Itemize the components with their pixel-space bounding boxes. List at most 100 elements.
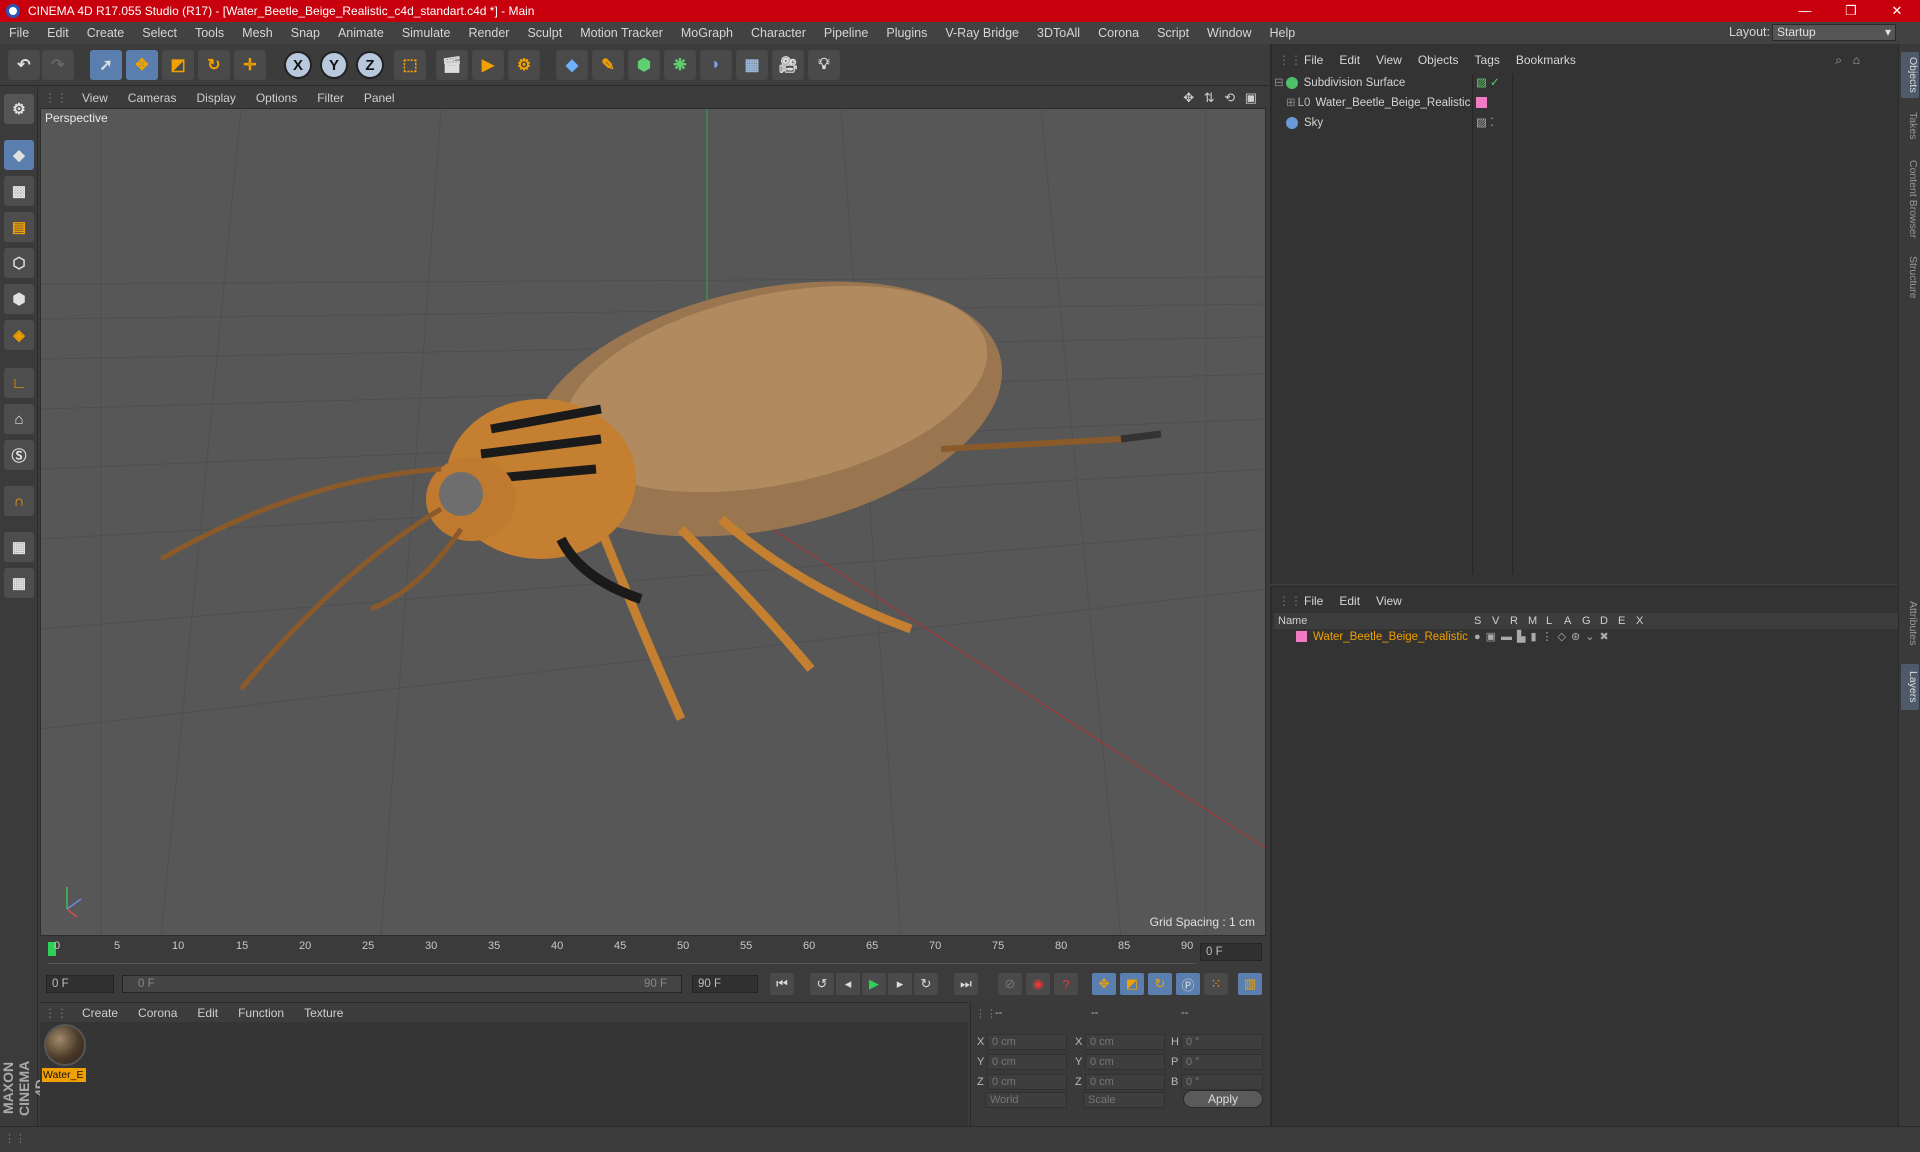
subdivision-surface-button[interactable]: ⬢ (628, 50, 660, 80)
rot-h-field[interactable]: 0 ° (1181, 1034, 1263, 1050)
texture-mode-button[interactable]: ▩ (4, 176, 34, 206)
axis-z-toggle[interactable]: Z (356, 51, 384, 79)
camera-object-button[interactable]: 🎥︎ (772, 50, 804, 80)
menu-mesh[interactable]: Mesh (233, 26, 282, 40)
size-mode-dropdown[interactable]: Scale (1083, 1092, 1165, 1108)
menu-select[interactable]: Select (133, 26, 186, 40)
rot-p-field[interactable]: 0 ° (1181, 1054, 1263, 1070)
key-parameter-button[interactable]: Ⓟ (1176, 973, 1200, 995)
objects-menu-bookmarks[interactable]: Bookmarks (1508, 53, 1584, 67)
layer-color-swatch[interactable] (1296, 631, 1307, 643)
play-button[interactable]: ▶ (862, 973, 886, 995)
menu-render[interactable]: Render (459, 26, 518, 40)
viewport-menu-options[interactable]: Options (246, 91, 307, 105)
rotate-tool-button[interactable]: ↻ (198, 50, 230, 80)
previous-key-button[interactable]: ↺ (810, 973, 834, 995)
pos-x-field[interactable]: 0 cm (987, 1034, 1067, 1050)
objects-menu-edit[interactable]: Edit (1331, 53, 1368, 67)
coordinate-mode-dropdown[interactable]: World (985, 1092, 1067, 1108)
apply-button[interactable]: Apply (1183, 1090, 1263, 1108)
autokey-button[interactable]: ◉ (1026, 973, 1050, 995)
object-visibility-toggles[interactable]: ▨ ✓ (1476, 74, 1500, 92)
transform-tool-button[interactable]: ✛ (234, 50, 266, 80)
viewport-menu-cameras[interactable]: Cameras (118, 91, 187, 105)
menu-mograph[interactable]: MoGraph (672, 26, 742, 40)
snapping-button[interactable]: ∩ (4, 486, 34, 516)
move-tool-button[interactable]: ✥ (126, 50, 158, 80)
object-row-sky[interactable]: Sky (1286, 114, 1470, 132)
solo-button[interactable]: Ⓢ (4, 440, 34, 470)
polygons-mode-button[interactable]: ◈ (4, 320, 34, 350)
search-icon[interactable]: ⌕ (1835, 53, 1842, 68)
key-rotation-button[interactable]: ↻ (1148, 973, 1172, 995)
tab-objects[interactable]: Objects (1901, 52, 1919, 98)
minimize-button[interactable]: — (1782, 0, 1828, 22)
key-pla-button[interactable]: ⁙ (1204, 973, 1228, 995)
next-key-button[interactable]: ↻ (914, 973, 938, 995)
object-row-water-beetle[interactable]: ⊞ L0 Water_Beetle_Beige_Realistic (1286, 94, 1470, 112)
viewport-menu-panel[interactable]: Panel (354, 91, 405, 105)
object-row-subdivision-surface[interactable]: ⊟ Subdivision Surface (1274, 74, 1470, 92)
redo-button[interactable]: ↷ (42, 50, 74, 80)
menu-sculpt[interactable]: Sculpt (518, 26, 571, 40)
go-to-start-button[interactable]: ⏮ (770, 973, 794, 995)
workplane-mode-button[interactable]: ▤ (4, 212, 34, 242)
layers-menu-edit[interactable]: Edit (1331, 594, 1368, 608)
menu-plugins[interactable]: Plugins (877, 26, 936, 40)
size-y-field[interactable]: 0 cm (1085, 1054, 1165, 1070)
water-beetle-model[interactable] (159, 242, 1162, 721)
menu-edit[interactable]: Edit (38, 26, 78, 40)
tab-attributes[interactable]: Attributes (1901, 590, 1919, 656)
material-menu-function[interactable]: Function (228, 1006, 294, 1020)
layout-dropdown[interactable]: Startup ▾ (1772, 24, 1896, 41)
timeline-track[interactable]: 0 5 10 15 20 25 30 35 40 45 50 55 60 65 … (48, 938, 1196, 964)
axis-y-toggle[interactable]: Y (320, 51, 348, 79)
material-menu-edit[interactable]: Edit (187, 1006, 228, 1020)
coordinate-system-button[interactable]: ⬚ (394, 50, 426, 80)
end-frame-field[interactable]: 90 F (692, 975, 758, 993)
key-position-button[interactable]: ✥ (1092, 973, 1116, 995)
menu-help[interactable]: Help (1261, 26, 1305, 40)
close-button[interactable]: ✕ (1874, 0, 1920, 22)
maximize-button[interactable]: ❐ (1828, 0, 1874, 22)
previous-frame-button[interactable]: ◂ (836, 973, 860, 995)
menu-tools[interactable]: Tools (186, 26, 233, 40)
workplane-lock-button[interactable]: ▦ (4, 532, 34, 562)
menu-file[interactable]: File (0, 26, 38, 40)
deformer-button[interactable]: ◗ (700, 50, 732, 80)
layer-row[interactable]: Water_Beetle_Beige_Realistic ●▣▬▙▮⋮◇⊛⌄✖ (1274, 629, 1898, 646)
floor-object-button[interactable]: ▦ (736, 50, 768, 80)
object-tag-material[interactable] (1476, 94, 1487, 112)
workplane-align-button[interactable]: ▦ (4, 568, 34, 598)
select-tool-button[interactable]: ➚ (90, 50, 122, 80)
render-settings-button[interactable]: ⚙ (508, 50, 540, 80)
size-z-field[interactable]: 0 cm (1085, 1074, 1165, 1090)
points-mode-button[interactable]: ⬡ (4, 248, 34, 278)
start-frame-field[interactable]: 0 F (46, 975, 114, 993)
menu-character[interactable]: Character (742, 26, 815, 40)
menu-vray-bridge[interactable]: V-Ray Bridge (936, 26, 1028, 40)
tab-takes[interactable]: Takes (1901, 106, 1919, 146)
model-mode-button[interactable]: ◆ (4, 140, 34, 170)
scale-tool-button[interactable]: ◩ (162, 50, 194, 80)
objects-menu-view[interactable]: View (1368, 53, 1410, 67)
go-to-end-button[interactable]: ⏭ (954, 973, 978, 995)
pos-y-field[interactable]: 0 cm (987, 1054, 1067, 1070)
menu-3dtoall[interactable]: 3DToAll (1028, 26, 1089, 40)
tab-layers[interactable]: Layers (1901, 664, 1919, 710)
menu-motion-tracker[interactable]: Motion Tracker (571, 26, 672, 40)
viewport-menu-view[interactable]: View (72, 91, 118, 105)
current-frame-field[interactable]: 0 F (1200, 943, 1262, 961)
spline-pen-button[interactable]: ✎ (592, 50, 624, 80)
next-frame-button[interactable]: ▸ (888, 973, 912, 995)
tweak-mode-button[interactable]: ⌂ (4, 404, 34, 434)
light-object-button[interactable]: 💡︎ (808, 50, 840, 80)
undo-button[interactable]: ↶ (8, 50, 40, 80)
size-x-field[interactable]: 0 cm (1085, 1034, 1165, 1050)
cube-object-button[interactable]: ◆ (556, 50, 588, 80)
tab-structure[interactable]: Structure (1901, 250, 1919, 304)
edges-mode-button[interactable]: ⬢ (4, 284, 34, 314)
keyframe-selection-button[interactable]: ? (1054, 973, 1078, 995)
objects-menu-tags[interactable]: Tags (1467, 53, 1508, 67)
record-keys-button[interactable]: ⊘ (998, 973, 1022, 995)
